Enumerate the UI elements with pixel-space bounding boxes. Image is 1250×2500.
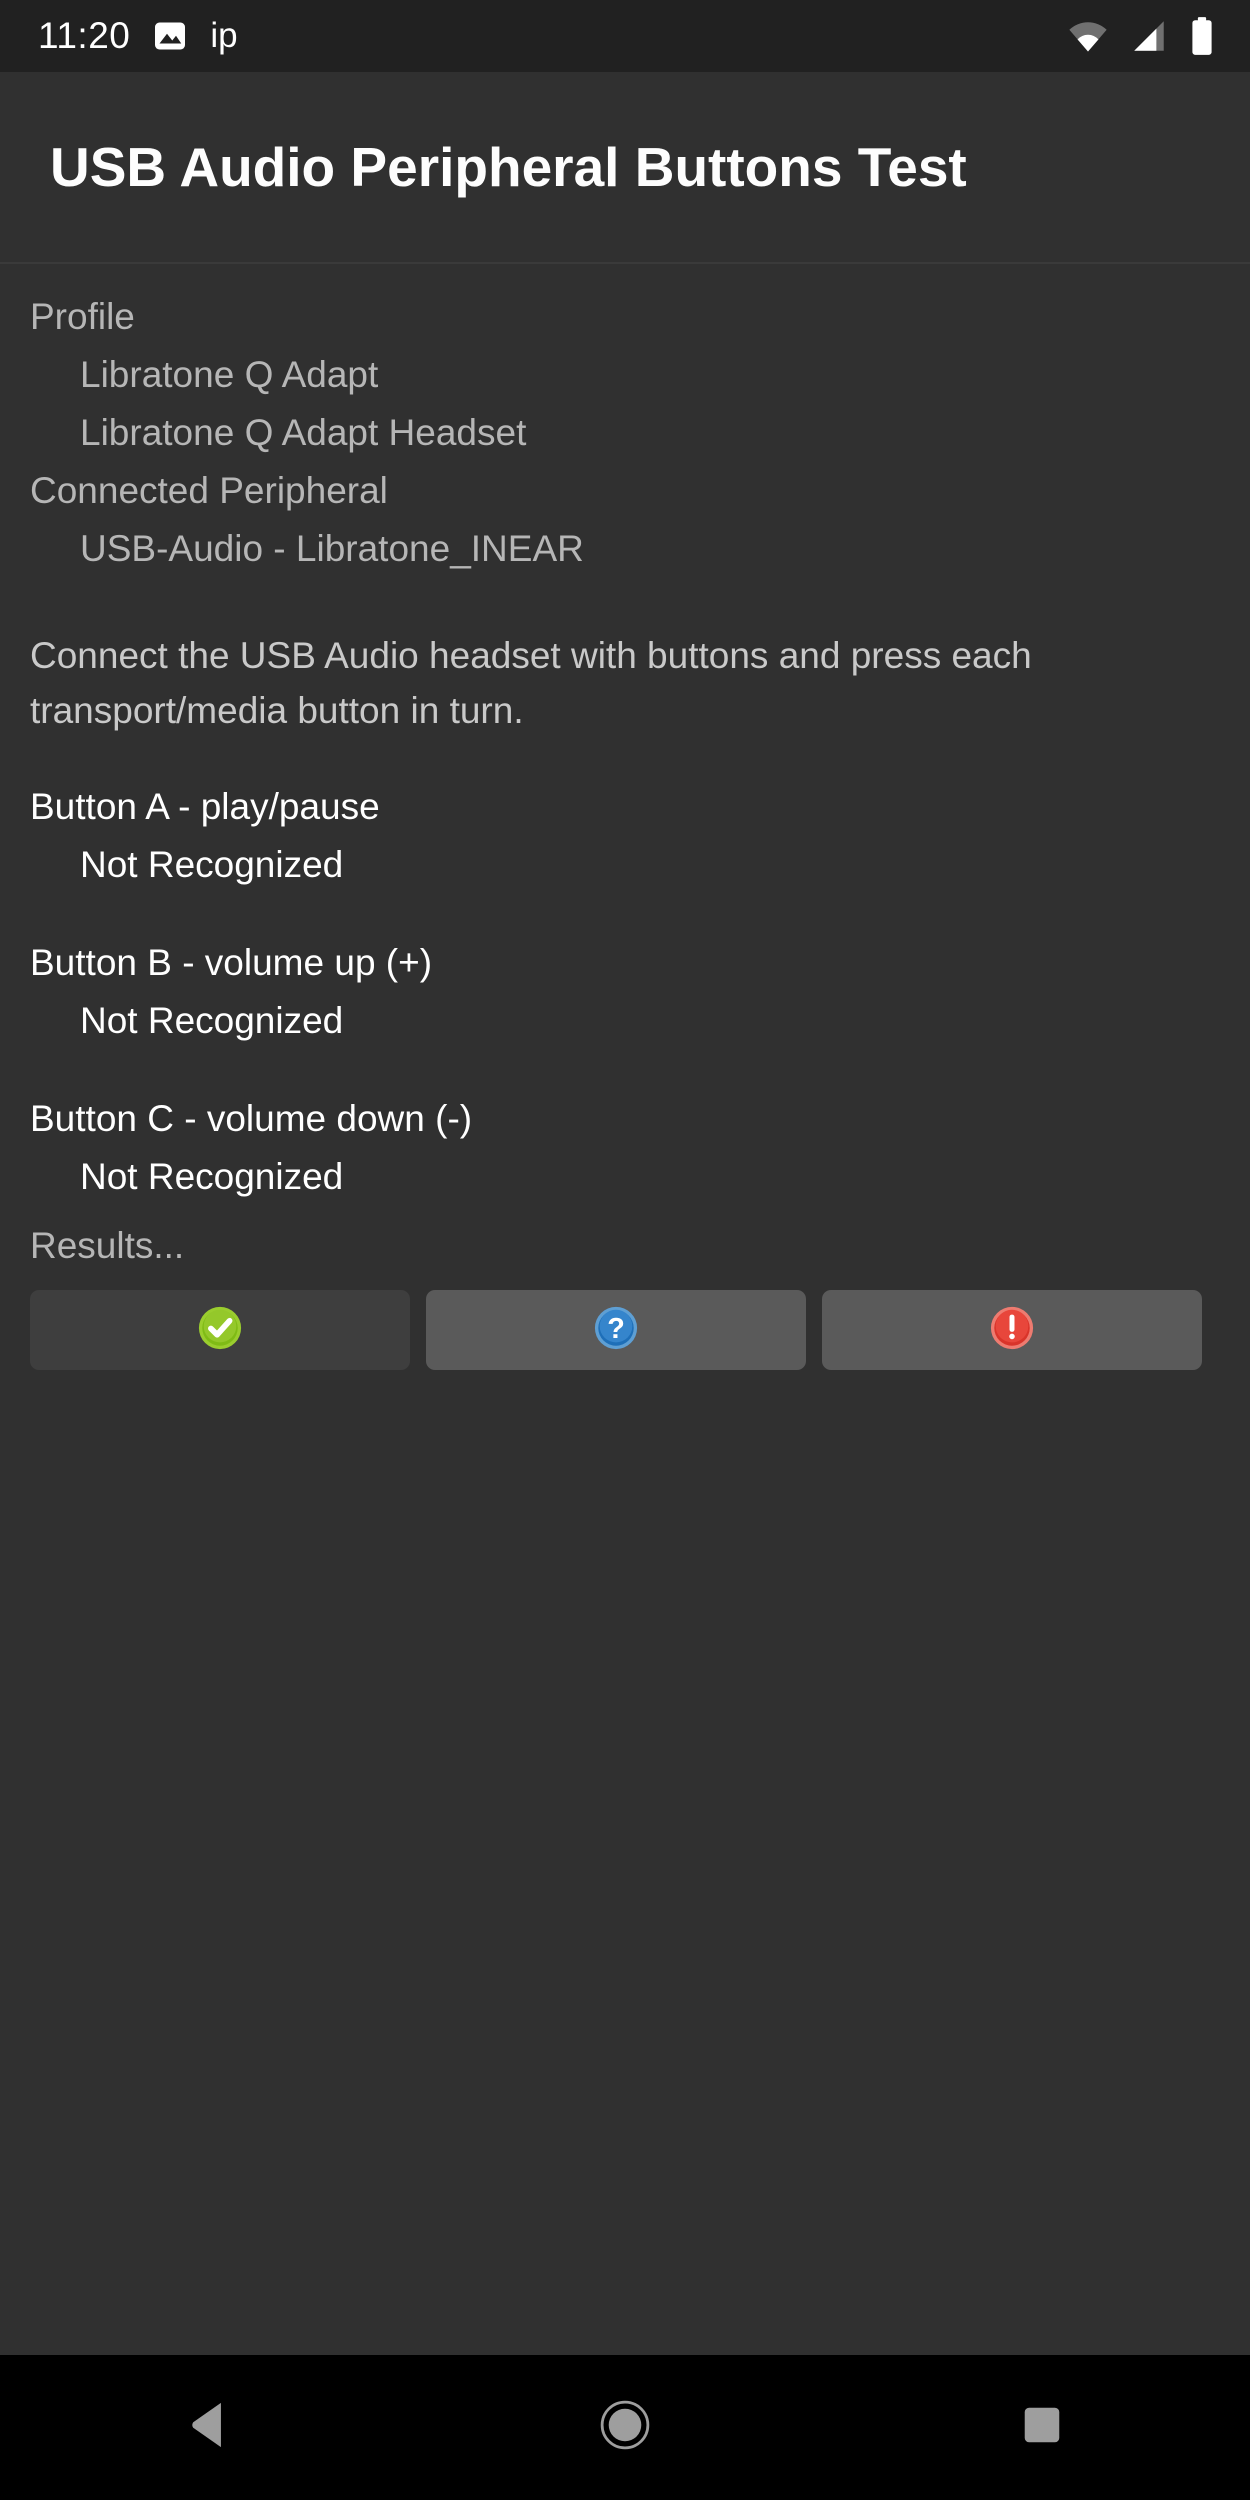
connected-peripheral-heading: Connected Peripheral — [30, 470, 388, 511]
recents-square-icon — [1022, 2405, 1062, 2450]
status-label: ip — [210, 16, 238, 55]
exclamation-circle-icon — [989, 1305, 1035, 1356]
navigation-bar — [0, 2355, 1250, 2500]
home-button[interactable] — [540, 2355, 710, 2500]
image-icon — [152, 18, 188, 54]
status-bar-right — [1068, 17, 1250, 55]
test-label-button-b: Button B - volume up (+) — [30, 942, 433, 983]
info-button[interactable]: ? — [426, 1290, 806, 1370]
test-status-button-a: Not Recognized — [80, 844, 344, 885]
test-label-button-a: Button A - play/pause — [30, 786, 380, 827]
test-status-button-c: Not Recognized — [80, 1156, 344, 1197]
phone-screen: 11:20 ip USB Audio Peripheral Buttons Te… — [0, 0, 1250, 2500]
question-circle-icon: ? — [593, 1305, 639, 1356]
back-triangle-icon — [187, 2401, 229, 2454]
recents-button[interactable] — [957, 2355, 1127, 2500]
battery-full-icon — [1190, 17, 1214, 55]
profile-item-0: Libratone Q Adapt — [80, 354, 379, 395]
status-clock: 11:20 — [38, 15, 131, 56]
status-bar: 11:20 ip — [0, 0, 1250, 72]
results-button-row: ? — [30, 1290, 1220, 1370]
pass-button[interactable] — [30, 1290, 410, 1370]
main-content: Profile Libratone Q Adapt Libratone Q Ad… — [0, 264, 1250, 1370]
home-circle-icon — [599, 2399, 651, 2456]
profile-heading: Profile — [30, 296, 135, 337]
fail-button[interactable] — [822, 1290, 1202, 1370]
status-bar-left: 11:20 ip — [0, 15, 238, 57]
results-label: Results... — [30, 1225, 185, 1266]
instructions-text: Connect the USB Audio headset with butto… — [30, 635, 1032, 731]
check-circle-icon — [197, 1305, 243, 1356]
page-title: USB Audio Peripheral Buttons Test — [50, 136, 967, 198]
back-button[interactable] — [123, 2355, 293, 2500]
app-title-bar: USB Audio Peripheral Buttons Test — [0, 72, 1250, 262]
wifi-icon — [1068, 18, 1108, 54]
cellular-signal-icon — [1130, 18, 1168, 54]
test-status-button-b: Not Recognized — [80, 1000, 344, 1041]
connected-peripheral-value: USB-Audio - Libratone_INEAR — [80, 528, 584, 569]
svg-text:?: ? — [607, 1313, 625, 1345]
profile-item-1: Libratone Q Adapt Headset — [80, 412, 527, 453]
test-label-button-c: Button C - volume down (-) — [30, 1098, 473, 1139]
